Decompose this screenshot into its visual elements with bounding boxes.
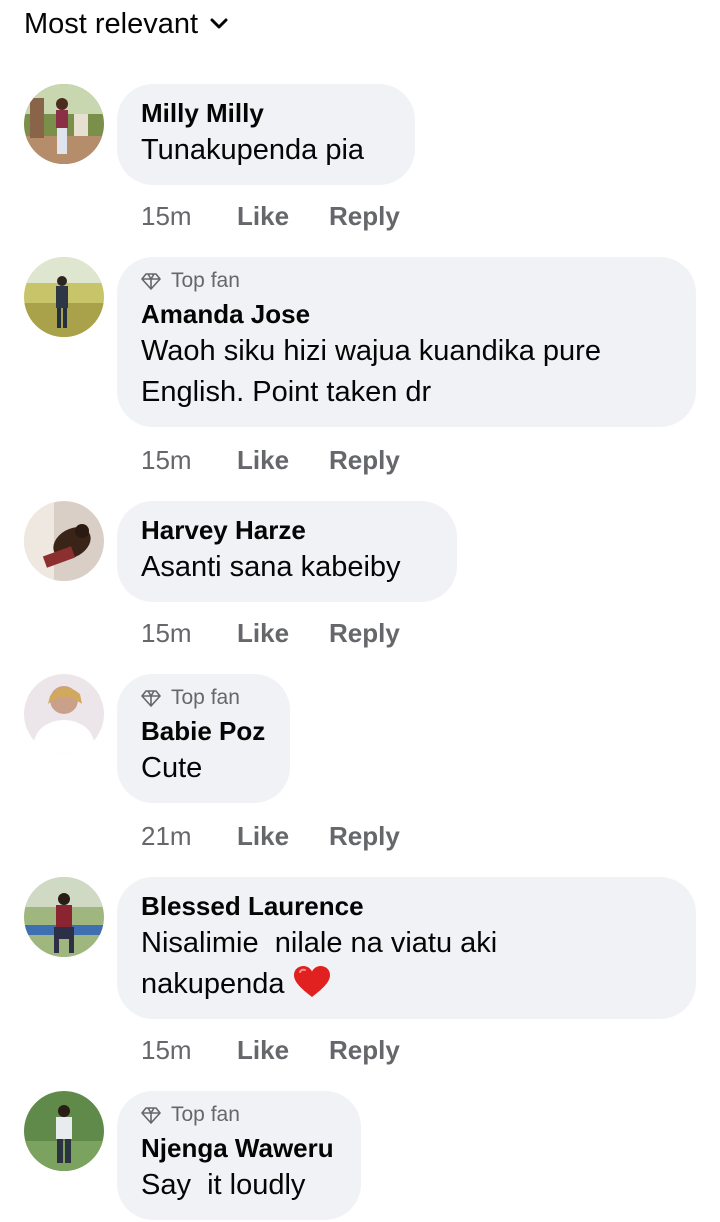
reply-button[interactable]: Reply xyxy=(329,1035,400,1066)
diamond-icon xyxy=(141,1107,161,1124)
avatar[interactable] xyxy=(24,501,104,581)
chevron-down-icon xyxy=(210,18,228,29)
comment-bubble: Top fan Babie Poz Cute xyxy=(117,674,290,803)
avatar[interactable] xyxy=(24,84,104,164)
comment-actions: 15m Like Reply xyxy=(141,198,400,234)
avatar[interactable] xyxy=(24,877,104,957)
avatar[interactable] xyxy=(24,257,104,337)
badge-label: Top fan xyxy=(171,1103,240,1126)
comment-time[interactable]: 21m xyxy=(141,821,237,852)
comment-actions: 15m Like Reply xyxy=(141,615,400,651)
like-button[interactable]: Like xyxy=(237,821,329,852)
comment-text: Cute xyxy=(141,752,203,784)
comment-author[interactable]: Blessed Laurence xyxy=(141,889,672,923)
comment-bubble: Top fan Amanda Jose Waoh siku hizi wajua… xyxy=(117,257,696,427)
reply-button[interactable]: Reply xyxy=(329,445,400,476)
comment-actions: 15m Like Reply xyxy=(141,442,400,478)
like-button[interactable]: Like xyxy=(237,445,329,476)
comment-bubble: Harvey Harze Asanti sana kabeiby xyxy=(117,501,457,602)
like-button[interactable]: Like xyxy=(237,1035,329,1066)
badge-label: Top fan xyxy=(171,269,240,292)
like-button[interactable]: Like xyxy=(237,618,329,649)
sort-label: Most relevant xyxy=(24,7,199,40)
reply-button[interactable]: Reply xyxy=(329,201,400,232)
comment-time[interactable]: 15m xyxy=(141,1035,237,1066)
comment-text: Tunakupenda pia xyxy=(141,134,365,166)
diamond-icon xyxy=(141,273,161,290)
like-button[interactable]: Like xyxy=(237,201,329,232)
comment-actions: 15m Like Reply xyxy=(141,1032,400,1068)
comment-time[interactable]: 15m xyxy=(141,201,237,232)
comment-author[interactable]: Njenga Waweru xyxy=(141,1131,337,1165)
comment-author[interactable]: Babie Poz xyxy=(141,714,266,748)
heart-emoji xyxy=(293,966,330,997)
avatar[interactable] xyxy=(24,674,104,754)
comment-time[interactable]: 15m xyxy=(141,445,237,476)
comment-author[interactable]: Amanda Jose xyxy=(141,297,672,331)
comment-actions: 21m Like Reply xyxy=(141,818,400,854)
reply-button[interactable]: Reply xyxy=(329,821,400,852)
comment-bubble: Top fan Njenga Waweru Say it loudly xyxy=(117,1091,361,1220)
comment-time[interactable]: 15m xyxy=(141,618,237,649)
comment-text: Waoh siku hizi wajua kuandika pure Engli… xyxy=(141,335,601,408)
comment-text: Say it loudly xyxy=(141,1169,306,1201)
comment-bubble: Blessed Laurence Nisalimie nilale na via… xyxy=(117,877,696,1019)
comment-text: Asanti sana kabeiby xyxy=(141,551,401,583)
comment-bubble: Milly Milly Tunakupenda pia xyxy=(117,84,415,185)
top-fan-badge: Top fan xyxy=(141,267,672,295)
top-fan-badge: Top fan xyxy=(141,684,266,712)
avatar[interactable] xyxy=(24,1091,104,1171)
badge-label: Top fan xyxy=(171,686,240,709)
comment-author[interactable]: Milly Milly xyxy=(141,96,391,130)
diamond-icon xyxy=(141,690,161,707)
comment-text: Nisalimie nilale na viatu aki nakupenda xyxy=(141,923,672,1005)
comment-author[interactable]: Harvey Harze xyxy=(141,513,433,547)
top-fan-badge: Top fan xyxy=(141,1101,337,1129)
reply-button[interactable]: Reply xyxy=(329,618,400,649)
sort-dropdown[interactable]: Most relevant xyxy=(24,6,230,42)
